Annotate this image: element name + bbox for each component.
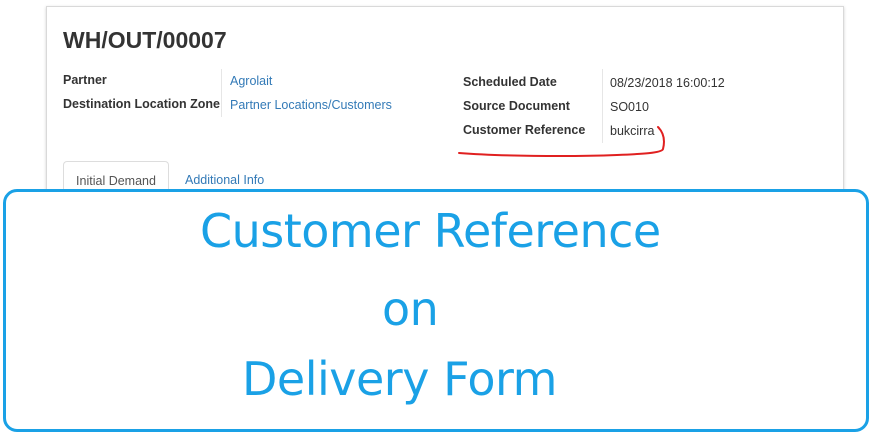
source-document-value: SO010 bbox=[610, 100, 649, 114]
left-field-separator bbox=[221, 69, 222, 117]
delivery-form-sheet: WH/OUT/00007 Partner Agrolait Destinatio… bbox=[46, 6, 844, 208]
scheduled-date-label: Scheduled Date bbox=[463, 75, 557, 89]
caption-line-on: on bbox=[382, 282, 439, 336]
caption-line-delivery-form: Delivery Form bbox=[242, 352, 557, 406]
partner-label: Partner bbox=[63, 73, 107, 87]
partner-link[interactable]: Agrolait bbox=[230, 74, 272, 88]
source-document-label: Source Document bbox=[463, 99, 570, 113]
destination-location-link[interactable]: Partner Locations/Customers bbox=[230, 98, 392, 112]
caption-line-customer-reference: Customer Reference bbox=[200, 204, 661, 258]
red-underline-annotation bbox=[458, 126, 665, 158]
destination-location-label: Destination Location Zone bbox=[63, 97, 220, 111]
scheduled-date-value: 08/23/2018 16:00:12 bbox=[610, 76, 725, 90]
caption-overlay-box: Customer Reference on Delivery Form bbox=[3, 189, 869, 432]
record-title: WH/OUT/00007 bbox=[63, 27, 227, 53]
